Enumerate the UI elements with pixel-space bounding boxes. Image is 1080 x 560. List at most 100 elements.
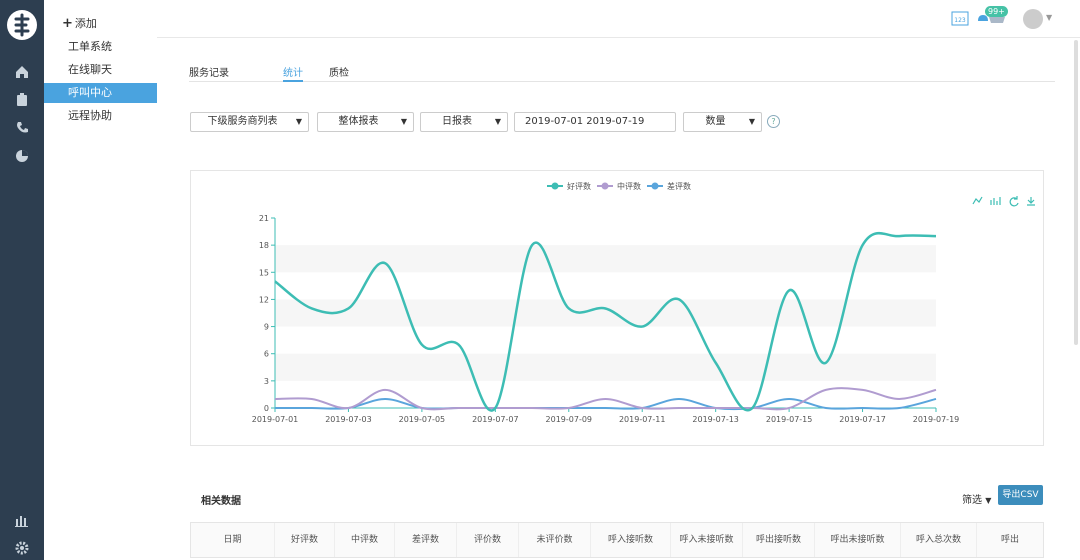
x-tick-label: 2019-07-17 (839, 415, 886, 424)
metric-select[interactable]: 数量 ▼ (683, 112, 762, 132)
gear-icon[interactable] (12, 538, 32, 558)
table-column-header: 呼出未接听数 (815, 523, 901, 557)
secondary-sidebar: + 添加 工单系统 在线聊天 呼叫中心 远程协助 (44, 0, 157, 560)
legend-label: 差评数 (667, 181, 691, 191)
y-tick-label: 6 (264, 350, 269, 359)
sidebar-item-ticket-system[interactable]: 工单系统 (44, 37, 157, 57)
legend-item[interactable]: 中评数 (597, 181, 641, 191)
line-chart-toggle-icon[interactable] (972, 196, 983, 205)
table-column-header: 差评数 (395, 523, 457, 557)
table-column-header: 呼出 (1000, 535, 1019, 545)
chevron-down-icon: ▼ (295, 117, 302, 126)
table-column-header: 好评数 (275, 523, 335, 557)
y-tick-label: 9 (264, 323, 269, 332)
toolbox-glyph (990, 197, 1001, 205)
provider-select-value: 下级服务商列表 (207, 116, 278, 127)
y-tick-label: 3 (264, 377, 269, 386)
metric-value: 数量 (705, 116, 726, 127)
plus-icon: + (62, 16, 73, 31)
calendar-text: 123 (954, 17, 966, 24)
chart-container: 0 3 6 9 12 15 18 21 2019-07-01 2019-07-03 2019-07-… (190, 170, 1044, 446)
chevron-down-icon[interactable]: ▼ (1046, 13, 1052, 22)
filter-label: 筛选 (962, 495, 982, 506)
tab-quality-check[interactable]: 质检 (329, 64, 349, 79)
y-tick-label: 15 (259, 268, 269, 277)
tab-service-records[interactable]: 服务记录 (189, 64, 229, 79)
table-column-header: 未评价数 (519, 523, 591, 557)
chevron-down-icon: ▼ (748, 117, 755, 126)
legend-label: 好评数 (567, 181, 591, 191)
x-tick-label: 2019-07-11 (619, 415, 666, 424)
toolbox-glyph (1009, 196, 1019, 207)
toolbox-glyph (1027, 197, 1035, 206)
legend-item[interactable]: 差评数 (647, 181, 691, 191)
filter-dropdown[interactable]: 筛选 ▼ (962, 491, 991, 506)
data-table-header: 日期 好评数 中评数 差评数 评价数 未评价数 呼入接听数 呼入未接听数 呼出接听数 呼出未接听数… (190, 522, 1044, 558)
x-tick-label: 2019-07-05 (399, 415, 446, 424)
provider-select[interactable]: 下级服务商列表 ▼ (190, 112, 309, 132)
active-tab-indicator (283, 80, 303, 82)
top-bar: 123 99+ ▼ (157, 0, 1080, 38)
x-tick-label: 2019-07-13 (692, 415, 739, 424)
legend-item[interactable]: 好评数 (547, 181, 591, 191)
add-label: 添加 (74, 17, 97, 30)
add-button[interactable]: + 添加 (62, 15, 97, 31)
download-icon[interactable] (1027, 197, 1035, 206)
y-tick-label: 12 (259, 295, 269, 304)
sidebar-item-online-chat[interactable]: 在线聊天 (44, 60, 157, 80)
x-tick-label: 2019-07-09 (546, 415, 593, 424)
phone-icon[interactable] (12, 118, 32, 138)
x-tick-label: 2019-07-03 (325, 415, 372, 424)
x-tick-label: 2019-07-01 (252, 415, 299, 424)
export-csv-button[interactable]: 导出CSV (998, 485, 1043, 505)
logo-icon (8, 11, 36, 39)
y-tick-label: 21 (259, 214, 269, 223)
app-logo[interactable] (7, 10, 37, 40)
series-line (274, 387, 937, 411)
legend-marker (601, 182, 609, 190)
line-chart: 0 3 6 9 12 15 18 21 2019-07-01 2019-07-03 2019-07-… (252, 181, 1035, 424)
report-type-select[interactable]: 整体报表 ▼ (317, 112, 414, 132)
left-rail (0, 0, 44, 560)
main-panel: 服务记录 统计 质检 下级服务商列表 ▼ 整体报表 ▼ 日报表 ▼ 2019-07-0… (157, 38, 1080, 560)
x-tick-label: 2019-07-07 (472, 415, 519, 424)
avatar[interactable] (1023, 9, 1043, 29)
refresh-icon[interactable] (1009, 196, 1019, 207)
legend-label: 中评数 (617, 181, 641, 191)
table-column-header: 呼入未接听数 (671, 523, 743, 557)
table-column-header: 评价数 (457, 523, 519, 557)
pie-chart-icon[interactable] (12, 146, 32, 166)
scrollbar[interactable] (1074, 40, 1078, 345)
help-icon[interactable]: ? (767, 115, 780, 128)
home-icon[interactable] (12, 62, 32, 82)
clipboard-icon[interactable] (12, 90, 32, 110)
notification-badge: 99+ (985, 6, 1008, 17)
section-title: 相关数据 (201, 496, 241, 507)
report-type-value: 整体报表 (338, 116, 379, 127)
chevron-down-icon: ▼ (985, 496, 992, 505)
bar-chart-icon[interactable] (12, 510, 32, 530)
y-tick-label: 0 (264, 404, 269, 413)
sidebar-item-remote-assist[interactable]: 远程协助 (44, 106, 157, 126)
table-column-header: 呼入总次数 (901, 523, 977, 557)
toolbox-glyph (972, 196, 983, 205)
chevron-down-icon: ▼ (400, 117, 407, 126)
tab-statistics[interactable]: 统计 (283, 64, 303, 79)
legend-marker (651, 182, 659, 190)
grid-band (275, 353, 936, 381)
sidebar-item-call-center[interactable]: 呼叫中心 (44, 83, 157, 103)
date-range-input[interactable]: 2019-07-01 2019-07-19 (514, 112, 676, 132)
y-tick-label: 18 (259, 241, 269, 250)
period-select[interactable]: 日报表 ▼ (420, 112, 508, 132)
chevron-down-icon: ▼ (494, 117, 501, 126)
table-column-header: 日期 (191, 523, 275, 557)
tab-bar: 服务记录 统计 质检 (189, 58, 1055, 82)
calendar-icon[interactable]: 123 (951, 10, 969, 29)
period-value: 日报表 (442, 116, 472, 127)
grid-band (275, 299, 936, 327)
table-column-header: 中评数 (335, 523, 395, 557)
bar-chart-toggle-icon[interactable] (990, 197, 1001, 205)
x-tick-label: 2019-07-19 (913, 415, 960, 424)
table-column-header: 呼入接听数 (591, 523, 671, 557)
table-column-header: 呼出接听数 (743, 523, 815, 557)
